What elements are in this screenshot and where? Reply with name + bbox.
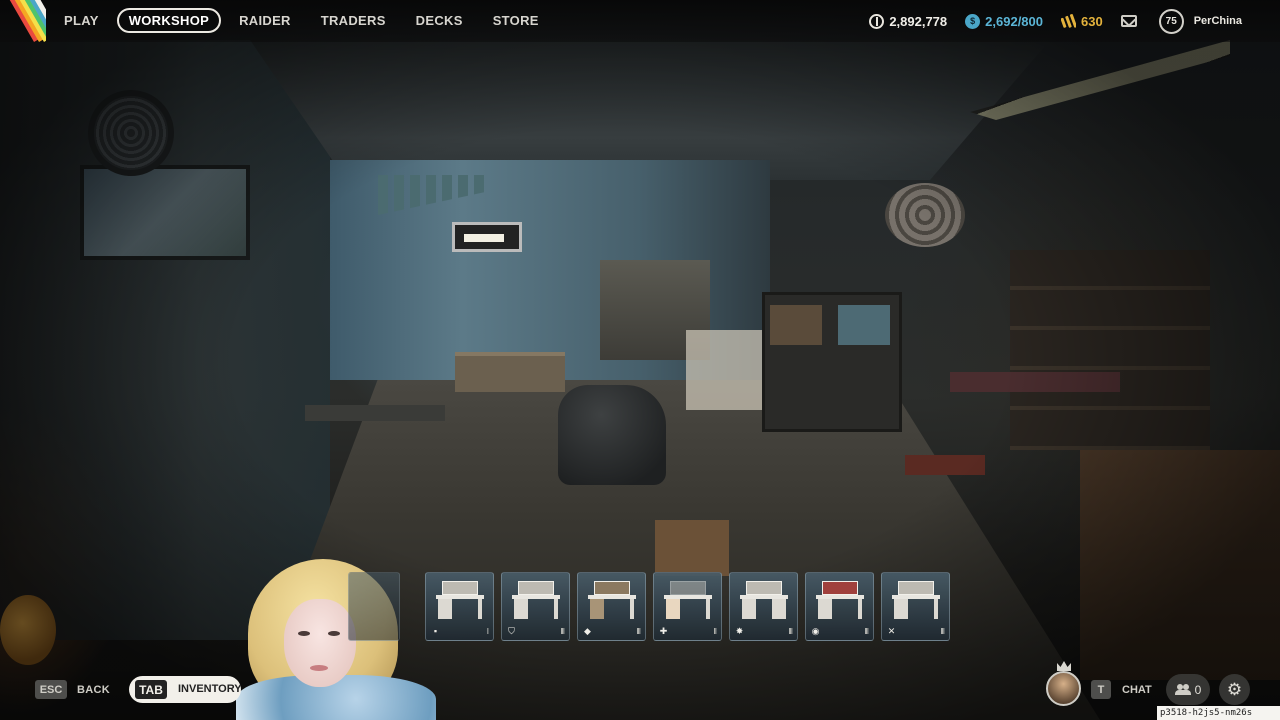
workstation-slot-partial[interactable] bbox=[348, 572, 400, 641]
player-level-badge: 75 bbox=[1158, 8, 1184, 34]
mail-icon[interactable] bbox=[1120, 15, 1137, 27]
webcam-face bbox=[284, 599, 356, 687]
crate-icon: ▪ bbox=[433, 626, 438, 636]
workstation-level: III bbox=[636, 627, 641, 636]
workbench-illustration bbox=[436, 581, 484, 619]
inventory-button[interactable]: TAB INVENTORY bbox=[129, 676, 241, 703]
nav-workshop[interactable]: WORKSHOP bbox=[116, 8, 222, 33]
workstation-level: III bbox=[940, 627, 945, 636]
coins-icon bbox=[869, 13, 885, 29]
party-members-icon bbox=[1174, 684, 1191, 695]
nav-store[interactable]: STORE bbox=[481, 8, 551, 33]
shield-icon: ⛉ bbox=[508, 626, 515, 636]
back-label[interactable]: BACK bbox=[77, 684, 110, 696]
raider-tokens-balance: 630 bbox=[1061, 14, 1103, 29]
webcam-eye bbox=[298, 631, 310, 636]
armor-icon: ◆ bbox=[584, 626, 591, 636]
webcam-eye bbox=[328, 631, 340, 636]
currency-bar: 2,892,778 $ 2,692/800 630 75 PerChina bbox=[869, 0, 1280, 42]
workstation-level: III bbox=[864, 627, 869, 636]
inventory-label: INVENTORY bbox=[178, 683, 241, 695]
credits-balance: $ 2,692/800 bbox=[965, 13, 1043, 29]
workstation-slot-medical-lab[interactable]: ✚ II bbox=[653, 572, 722, 641]
webcam-overlay bbox=[236, 555, 436, 720]
gear-icon[interactable]: ⚙ bbox=[1219, 674, 1250, 705]
gear-bench-illustration bbox=[588, 581, 636, 619]
esc-key-hint[interactable]: ESC bbox=[35, 680, 67, 699]
nav-decks[interactable]: DECKS bbox=[404, 8, 475, 33]
party-count: 0 bbox=[1194, 682, 1202, 697]
workstation-slot-workbench[interactable]: ▪ I bbox=[425, 572, 494, 641]
workstation-slot-utility-station[interactable]: ◉ III bbox=[805, 572, 874, 641]
explosive-icon: ✸ bbox=[735, 626, 744, 636]
nav-raider[interactable]: RAIDER bbox=[227, 8, 303, 33]
medical-lab-illustration bbox=[664, 581, 712, 619]
workstation-slot-refiner[interactable]: ✕ III bbox=[881, 572, 950, 641]
refiner-illustration bbox=[892, 581, 940, 619]
main-nav: PLAY WORKSHOP RAIDER TRADERS DECKS STORE bbox=[52, 8, 551, 33]
utility-station-illustration bbox=[816, 581, 864, 619]
player-name[interactable]: PerChina bbox=[1194, 15, 1242, 27]
medical-cross-icon: ✚ bbox=[659, 626, 668, 636]
session-id: p3518-h2js5-nm26s bbox=[1157, 706, 1280, 720]
top-bar: PLAY WORKSHOP RAIDER TRADERS DECKS STORE… bbox=[0, 0, 1280, 42]
coins-balance: 2,892,778 bbox=[869, 13, 948, 29]
workstation-level: III bbox=[788, 627, 793, 636]
workstation-level: II bbox=[713, 627, 718, 636]
gunsmith-illustration bbox=[512, 581, 560, 619]
game-logo[interactable] bbox=[0, 0, 46, 42]
nav-traders[interactable]: TRADERS bbox=[309, 8, 398, 33]
workstation-slot-explosives-station[interactable]: ✸ III bbox=[729, 572, 798, 641]
webcam-lips bbox=[310, 665, 328, 671]
tools-icon: ✕ bbox=[887, 626, 896, 636]
credits-icon: $ bbox=[965, 13, 981, 29]
raider-token-icon bbox=[1061, 13, 1076, 29]
party-button[interactable]: 0 bbox=[1166, 674, 1210, 705]
chat-label[interactable]: CHAT bbox=[1122, 684, 1152, 696]
nav-play[interactable]: PLAY bbox=[52, 8, 111, 33]
player-avatar[interactable] bbox=[1046, 671, 1081, 706]
credits-value: 2,692/800 bbox=[985, 13, 1043, 29]
tab-key-hint: TAB bbox=[135, 680, 167, 699]
explosives-station-illustration bbox=[740, 581, 788, 619]
utility-icon: ◉ bbox=[811, 626, 820, 636]
coins-value: 2,892,778 bbox=[889, 13, 948, 29]
raider-tokens-value: 630 bbox=[1081, 13, 1103, 29]
workstation-slot-gunsmith[interactable]: ⛉ III bbox=[501, 572, 570, 641]
workstation-level: III bbox=[560, 627, 565, 636]
workstation-level: I bbox=[486, 627, 489, 636]
t-key-hint[interactable]: T bbox=[1091, 680, 1111, 699]
workstation-slot-gear-bench[interactable]: ◆ III bbox=[577, 572, 646, 641]
